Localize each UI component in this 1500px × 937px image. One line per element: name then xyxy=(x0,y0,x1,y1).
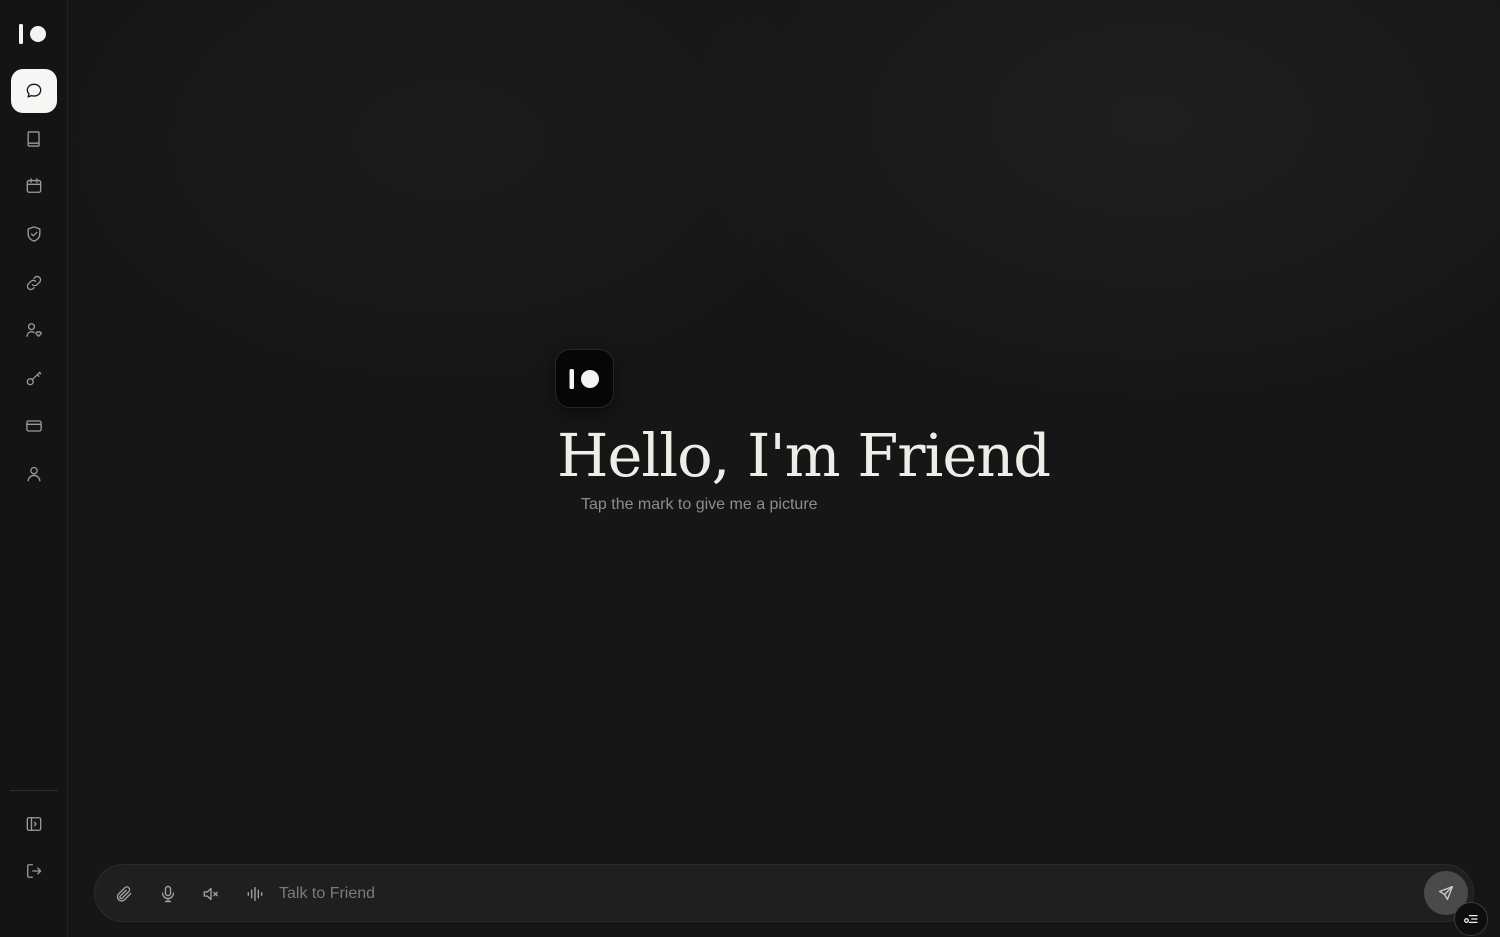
message-input[interactable] xyxy=(279,879,1409,909)
sidebar-toggle-button[interactable] xyxy=(11,802,57,846)
sidebar xyxy=(0,0,68,937)
app-window: Hello, I'm Friend Tap the mark to give m… xyxy=(0,0,1500,937)
send-icon xyxy=(1438,885,1454,901)
greeting-subtitle: Tap the mark to give me a picture xyxy=(581,496,818,513)
speaker-muted-icon xyxy=(203,887,218,901)
shield-check-icon xyxy=(27,226,41,242)
key-icon xyxy=(26,371,42,386)
brand-mark-icon xyxy=(569,368,599,389)
microphone-icon xyxy=(161,885,175,903)
chat-bubble-icon xyxy=(26,83,42,98)
sidebar-item-chat[interactable] xyxy=(11,69,57,113)
sidebar-item-library[interactable] xyxy=(11,117,57,161)
audio-waveform-icon xyxy=(247,887,263,901)
logout-button[interactable] xyxy=(11,849,57,893)
sidebar-toggle-icon xyxy=(26,817,42,831)
sidebar-item-profile[interactable] xyxy=(11,452,57,496)
logout-icon xyxy=(27,864,42,878)
sidebar-item-calendar[interactable] xyxy=(11,164,57,208)
settings-list-icon xyxy=(1464,914,1478,924)
sidebar-item-security[interactable] xyxy=(11,212,57,256)
brand-logo[interactable] xyxy=(18,22,48,46)
greeting-title: Hello, I'm Friend xyxy=(557,421,1051,490)
credit-card-icon xyxy=(26,420,42,432)
user-icon xyxy=(27,466,41,482)
mute-toggle-button[interactable] xyxy=(199,882,223,906)
voice-mode-button[interactable] xyxy=(243,882,267,906)
message-composer xyxy=(94,864,1474,922)
attach-button[interactable] xyxy=(112,882,136,906)
sidebar-item-contacts[interactable] xyxy=(11,308,57,352)
link-icon xyxy=(26,275,42,291)
book-icon xyxy=(27,131,40,147)
upload-picture-mark-button[interactable] xyxy=(556,350,613,407)
floating-settings-button[interactable] xyxy=(1454,902,1488,936)
sidebar-item-billing[interactable] xyxy=(11,404,57,448)
sidebar-divider xyxy=(10,790,58,791)
microphone-button[interactable] xyxy=(156,882,180,906)
sidebar-item-keys[interactable] xyxy=(11,356,57,400)
user-heart-icon xyxy=(26,323,42,337)
sidebar-item-links[interactable] xyxy=(11,261,57,305)
calendar-icon xyxy=(26,178,42,193)
brand-mark-icon xyxy=(19,24,46,44)
paperclip-icon xyxy=(116,886,132,902)
